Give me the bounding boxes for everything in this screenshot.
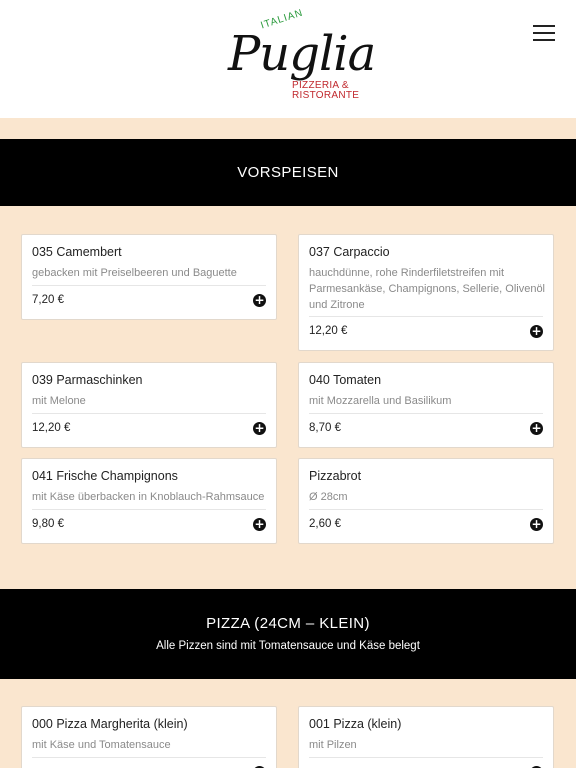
site-header: ITALIAN Puglia PIZZERIA & RISTORANTE [0, 0, 576, 118]
menu-item-card[interactable]: 000 Pizza Margherita (klein) mit Käse un… [21, 706, 277, 768]
menu-item-description: mit Mozzarella und Basilikum [309, 395, 452, 407]
menu-item-title: 035 Camembert [32, 245, 122, 259]
logo-subtitle-line2: RISTORANTE [292, 90, 360, 101]
add-to-cart-icon[interactable]: + [253, 422, 266, 435]
section-header-pizza-klein: PIZZA (24CM – KLEIN) Alle Pizzen sind mi… [0, 589, 576, 679]
card-divider [32, 285, 266, 286]
menu-item-description: mit Melone [32, 395, 86, 407]
menu-item-title: Pizzabrot [309, 469, 362, 483]
section-subtitle: Alle Pizzen sind mit Tomatensauce und Kä… [156, 640, 420, 652]
menu-item-price: 7,20 € [32, 294, 64, 306]
add-to-cart-icon[interactable]: + [530, 422, 543, 435]
add-to-cart-icon[interactable]: + [253, 294, 266, 307]
menu-item-description: mit Pilzen [309, 739, 357, 751]
card-divider [309, 316, 543, 317]
menu-item-description: hauchdünne, rohe Rinderfiletstreifen mit… [309, 267, 546, 311]
menu-item-description: gebacken mit Preiselbeeren und Baguette [32, 267, 237, 279]
menu-item-description: mit Käse überbacken in Knoblauch-Rahmsau… [32, 491, 265, 503]
add-to-cart-icon[interactable]: + [530, 518, 543, 531]
menu-item-title: 040 Tomaten [309, 373, 382, 387]
menu-item-price: 12,20 € [309, 325, 348, 337]
card-divider [32, 413, 266, 414]
add-to-cart-icon[interactable]: + [253, 518, 266, 531]
menu-item-card[interactable]: 035 Camembert gebacken mit Preiselbeeren… [21, 234, 277, 320]
card-divider [32, 757, 266, 758]
menu-item-card[interactable]: Pizzabrot Ø 28cm 2,60 € + [298, 458, 554, 544]
menu-item-price: 9,80 € [32, 518, 64, 530]
section-title: VORSPEISEN [237, 164, 339, 181]
menu-item-title: 000 Pizza Margherita (klein) [32, 717, 188, 731]
hamburger-menu-icon[interactable] [530, 22, 558, 44]
menu-item-title: 041 Frische Champignons [32, 469, 178, 483]
card-divider [309, 413, 543, 414]
menu-item-card[interactable]: 040 Tomaten mit Mozzarella und Basilikum… [298, 362, 554, 448]
logo-script-text: Puglia [228, 26, 376, 82]
menu-item-title: 001 Pizza (klein) [309, 717, 402, 731]
menu-item-card[interactable]: 041 Frische Champignons mit Käse überbac… [21, 458, 277, 544]
card-divider [309, 509, 543, 510]
menu-item-description: mit Käse und Tomatensauce [32, 739, 171, 751]
menu-item-title: 037 Carpaccio [309, 245, 390, 259]
menu-item-title: 039 Parmaschinken [32, 373, 143, 387]
menu-item-card[interactable]: 001 Pizza (klein) mit Pilzen + [298, 706, 554, 768]
card-divider [32, 509, 266, 510]
section-title: PIZZA (24CM – KLEIN) [206, 615, 370, 632]
menu-item-card[interactable]: 039 Parmaschinken mit Melone 12,20 € + [21, 362, 277, 448]
section-header-vorspeisen: VORSPEISEN [0, 139, 576, 206]
puglia-logo[interactable]: ITALIAN Puglia PIZZERIA & RISTORANTE [222, 7, 376, 106]
menu-item-card[interactable]: 037 Carpaccio hauchdünne, rohe Rinderfil… [298, 234, 554, 351]
add-to-cart-icon[interactable]: + [530, 325, 543, 338]
card-divider [309, 757, 543, 758]
menu-item-description: Ø 28cm [309, 491, 348, 503]
menu-item-price: 8,70 € [309, 422, 341, 434]
menu-item-price: 12,20 € [32, 422, 71, 434]
menu-item-price: 2,60 € [309, 518, 341, 530]
